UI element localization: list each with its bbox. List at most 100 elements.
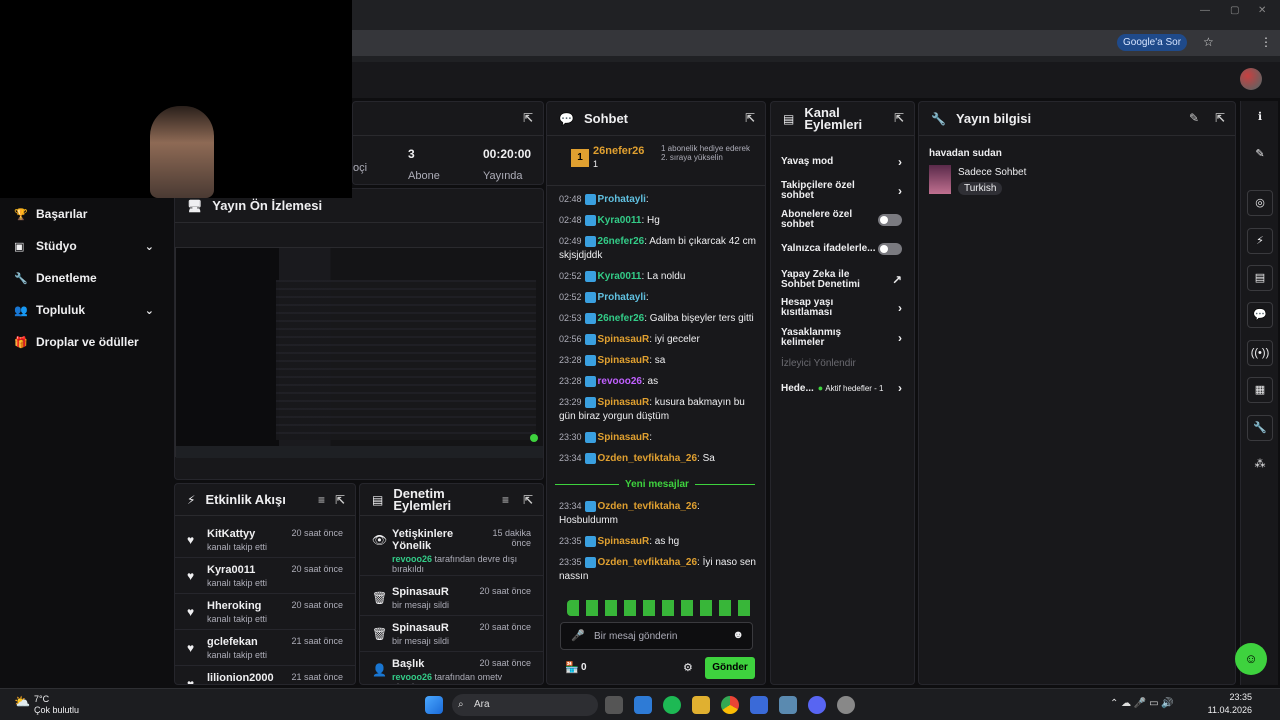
mic-icon[interactable]: 🎤 bbox=[571, 629, 585, 642]
popout-icon[interactable]: ⇱ bbox=[523, 493, 533, 507]
folder-icon[interactable] bbox=[692, 696, 710, 714]
channel-action-row[interactable]: Yapay Zeka ile Sohbet Denetimi ↗ bbox=[781, 268, 902, 292]
chat-message[interactable]: 23:34 Ozden_tevfiktaha_26: Hosbuldumm bbox=[559, 499, 757, 528]
taskbar-search[interactable]: ⌕ Ara bbox=[452, 694, 598, 716]
filter-icon[interactable]: ≡ bbox=[502, 493, 509, 507]
chat-message[interactable]: 02:52 Prohatayli: bbox=[559, 290, 757, 305]
message-user[interactable]: Kyra0011 bbox=[598, 215, 642, 226]
list-item[interactable]: 👁 Yetişkinlere Yönelik revooo26 tarafından… bbox=[360, 524, 543, 576]
message-user[interactable]: Kyra0011 bbox=[598, 271, 642, 282]
points-icon[interactable]: 🏪 bbox=[565, 661, 579, 674]
chat-message[interactable]: 23:29 SpinasauR: kusura bakmayın bu gün b… bbox=[559, 395, 757, 424]
menu-dots-icon[interactable]: ⋮ bbox=[1260, 35, 1272, 49]
chat-message[interactable]: 23:35 Ozden_tevfiktaha_26: İyi naso sen n… bbox=[559, 555, 757, 584]
chat-message[interactable]: 02:52 Kyra0011: La noldu bbox=[559, 269, 757, 284]
list-item[interactable]: ♥ Kyra0011 kanalı takip etti 20 saat önce bbox=[175, 560, 355, 594]
app-icon[interactable] bbox=[837, 696, 855, 714]
popout-icon[interactable]: ⇱ bbox=[523, 111, 533, 125]
app-icon[interactable] bbox=[779, 696, 797, 714]
list-item[interactable]: ♥ lilionion2000 21 saat önce bbox=[175, 668, 355, 684]
chat-message[interactable]: 23:34 Ozden_tevfiktaha_26: Sa bbox=[559, 451, 757, 466]
popout-icon[interactable]: ⇱ bbox=[335, 493, 345, 507]
message-user[interactable]: SpinasauR bbox=[598, 432, 650, 443]
app-icon[interactable] bbox=[750, 696, 768, 714]
list-item[interactable]: 🗑 SpinasauR bir mesajı sildi 20 saat önce bbox=[360, 618, 543, 652]
message-user[interactable]: SpinasauR bbox=[598, 397, 650, 408]
chat-icon[interactable]: 💬 bbox=[1247, 302, 1273, 328]
popout-icon[interactable]: ⇱ bbox=[745, 111, 755, 125]
tag-badge[interactable]: Turkish bbox=[958, 182, 1003, 195]
message-user[interactable]: SpinasauR bbox=[598, 536, 650, 547]
pinned-leaderboard[interactable]: 1 26nefer26 1 1 abonelik hediye ederek 2… bbox=[547, 136, 765, 186]
avatar[interactable] bbox=[1240, 68, 1262, 90]
message-user[interactable]: Ozden_tevfiktaha_26 bbox=[598, 557, 698, 568]
discord-icon[interactable] bbox=[808, 696, 826, 714]
broadcast-icon[interactable]: ((•)) bbox=[1247, 340, 1273, 366]
list-item[interactable]: 🗑 SpinasauR bir mesajı sildi 20 saat önce bbox=[360, 582, 543, 616]
send-button[interactable]: Gönder bbox=[705, 657, 755, 679]
windows-start-icon[interactable] bbox=[425, 696, 443, 714]
minimize-icon[interactable]: — bbox=[1200, 5, 1210, 16]
chat-message[interactable]: 02:53 26nefer26: Galiba bişeyler ters git… bbox=[559, 311, 757, 326]
toggle-switch[interactable] bbox=[878, 243, 902, 255]
channel-action-row[interactable]: Takipçilere özel sohbet › bbox=[781, 179, 902, 203]
document-icon[interactable]: ▤ bbox=[1247, 265, 1273, 291]
channel-action-row[interactable]: Hesap yaşı kısıtlaması › bbox=[781, 296, 902, 320]
help-chat-icon[interactable]: ☺ bbox=[1235, 643, 1267, 675]
spotify-icon[interactable] bbox=[663, 696, 681, 714]
info-icon[interactable]: ℹ bbox=[1247, 105, 1273, 131]
message-user[interactable]: SpinasauR bbox=[598, 355, 650, 366]
maximize-icon[interactable]: ▢ bbox=[1230, 5, 1239, 16]
chat-message[interactable]: 23:28 revooo26: as bbox=[559, 374, 757, 389]
sidebar-item-achievements[interactable]: 🏆 Başarılar bbox=[0, 198, 172, 230]
emoji-icon[interactable]: ☻ bbox=[732, 629, 744, 641]
task-view-icon[interactable] bbox=[605, 696, 623, 714]
list-item[interactable]: ♥ Hheroking kanalı takip etti 20 saat önce bbox=[175, 596, 355, 630]
chat-message[interactable]: 02:56 SpinasauR: iyi geceler bbox=[559, 332, 757, 347]
edit-icon[interactable]: ✎ bbox=[1189, 111, 1199, 125]
lightning-icon[interactable]: ⚡ bbox=[1247, 228, 1273, 254]
bookmark-star-icon[interactable]: ☆ bbox=[1203, 35, 1214, 49]
chrome-icon[interactable] bbox=[721, 696, 739, 714]
message-user[interactable]: 26nefer26 bbox=[598, 313, 645, 324]
popout-icon[interactable]: ⇱ bbox=[1215, 111, 1225, 125]
message-user[interactable]: revooo26 bbox=[598, 376, 642, 387]
store-icon[interactable] bbox=[634, 696, 652, 714]
wrench-icon[interactable]: 🔧 bbox=[1247, 415, 1273, 441]
message-user[interactable]: SpinasauR bbox=[598, 334, 650, 345]
chat-message[interactable]: 23:35 SpinasauR: as hg bbox=[559, 534, 757, 549]
channel-action-row[interactable]: Yasaklanmış kelimeler › bbox=[781, 326, 902, 350]
sidebar-item-studio[interactable]: ▣ Stüdyo ⌄ bbox=[0, 230, 172, 262]
goals-row[interactable]: Hede... ● Aktif hedefler - 1 › bbox=[781, 376, 902, 400]
channel-action-row[interactable]: Yavaş mod › bbox=[781, 150, 902, 174]
popout-icon[interactable]: ⇱ bbox=[894, 111, 904, 125]
chat-message[interactable]: 02:48 Kyra0011: Hg bbox=[559, 213, 757, 228]
message-user[interactable]: 26nefer26 bbox=[598, 236, 645, 247]
channel-action-row[interactable]: Abonelere özel sohbet bbox=[781, 208, 902, 232]
message-user[interactable]: Prohatayli bbox=[598, 292, 646, 303]
sidebar-item-drops[interactable]: 🎁 Droplar ve ödüller bbox=[0, 326, 172, 358]
close-icon[interactable]: ✕ bbox=[1258, 5, 1266, 16]
camera-icon[interactable]: ◎ bbox=[1247, 190, 1273, 216]
google-ask-button[interactable]: Google'a Sor bbox=[1117, 34, 1188, 51]
gear-icon[interactable]: ⚙ bbox=[683, 661, 693, 674]
list-item[interactable]: ♥ gclefekan kanalı takip etti 21 saat önce bbox=[175, 632, 355, 666]
toggle-switch[interactable] bbox=[878, 214, 902, 226]
chat-message[interactable]: 02:48 Prohatayli: bbox=[559, 192, 757, 207]
connections-icon[interactable]: ⁂ bbox=[1247, 452, 1273, 478]
list-item[interactable]: 👤Başlıkrevooo26 tarafından ometv olarak2… bbox=[360, 654, 543, 684]
message-user[interactable]: Ozden_tevfiktaha_26 bbox=[598, 501, 698, 512]
chat-message[interactable]: 23:35Ozden_tevfiktaha_26: Sizden naber ç… bbox=[559, 590, 757, 591]
tray-icons[interactable]: ⌃ ☁ 🎤 ▭ 🔊 bbox=[1110, 698, 1174, 709]
channel-action-row[interactable]: Yalnızca ifadelerle... bbox=[781, 237, 902, 261]
stream-preview-video[interactable] bbox=[175, 247, 543, 458]
filter-icon[interactable]: ≡ bbox=[318, 493, 325, 507]
sidebar-item-moderation[interactable]: 🔧 Denetleme bbox=[0, 262, 172, 294]
chat-message[interactable]: 23:28 SpinasauR: sa bbox=[559, 353, 757, 368]
emote-bar[interactable] bbox=[567, 600, 757, 616]
list-item[interactable]: ♥ KitKattyy kanalı takip etti 20 saat önce bbox=[175, 524, 355, 558]
sidebar-item-community[interactable]: 👥 Topluluk ⌄ bbox=[0, 294, 172, 326]
chat-message[interactable]: 23:30 SpinasauR: bbox=[559, 430, 757, 445]
chat-input[interactable]: 🎤 Bir mesaj gönderin ☻ bbox=[560, 622, 753, 650]
chat-message[interactable]: 02:49 26nefer26: Adam bi çıkarcak 42 cm s… bbox=[559, 234, 757, 263]
